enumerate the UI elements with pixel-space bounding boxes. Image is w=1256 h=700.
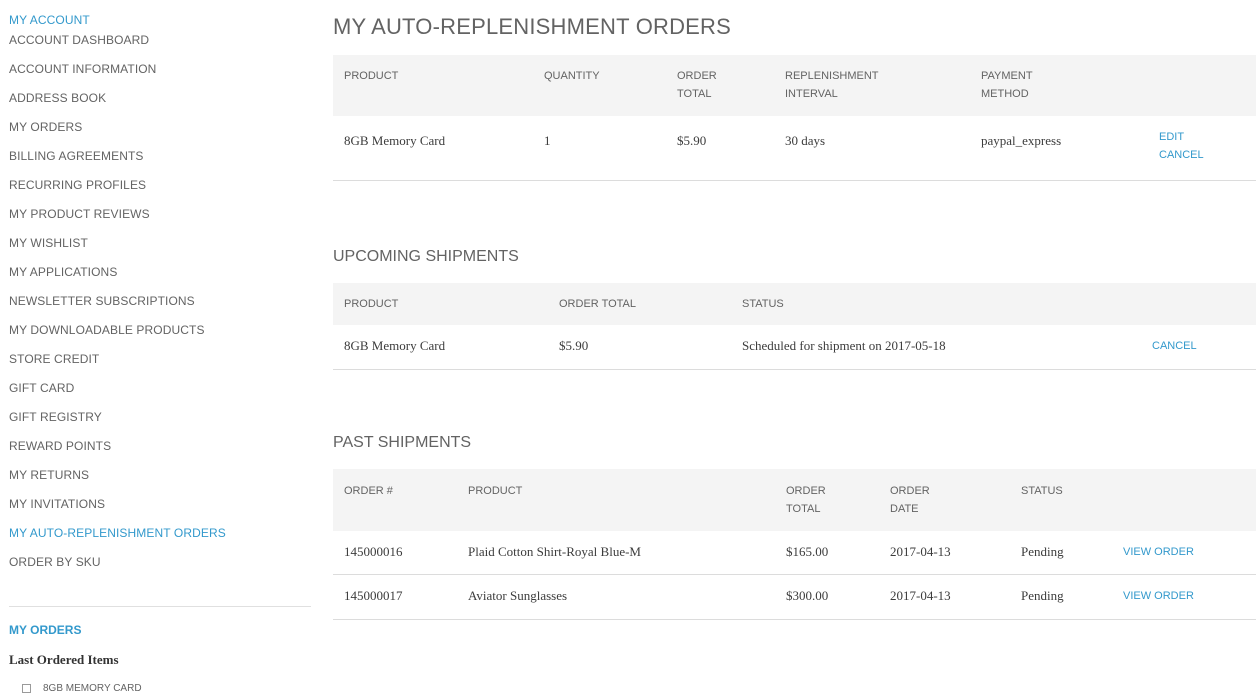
column-header-order-total: ORDER TOTAL xyxy=(786,485,826,515)
sidebar-divider xyxy=(9,606,311,607)
cancel-order-link[interactable]: CANCEL xyxy=(1159,146,1204,164)
cell-payment-method: paypal_express xyxy=(981,133,1062,148)
column-header-status: STATUS xyxy=(1021,485,1063,497)
sidebar-item-newsletter-subscriptions[interactable]: NEWSLETTER SUBSCRIPTIONS xyxy=(9,291,311,320)
sidebar-item-my-invitations[interactable]: MY INVITATIONS xyxy=(9,494,311,523)
column-header-payment-method: PAYMENT METHOD xyxy=(981,70,1033,100)
table-row: 8GB Memory Card $5.90 Scheduled for ship… xyxy=(333,325,1256,370)
sidebar-item-billing-agreements[interactable]: BILLING AGREEMENTS xyxy=(9,146,311,175)
upcoming-shipments-table: PRODUCT ORDER TOTAL STATUS 8GB Memory Card… xyxy=(333,283,1256,370)
cell-interval: 30 days xyxy=(785,133,826,148)
sidebar-item-address-book[interactable]: ADDRESS BOOK xyxy=(9,88,311,117)
cell-order-date: 2017-04-13 xyxy=(890,588,951,603)
replenishment-orders-table: PRODUCT QUANTITY ORDER TOTAL REPLENISHMENT IN… xyxy=(333,55,1256,181)
edit-link[interactable]: EDIT xyxy=(1159,128,1184,146)
page-title: MY AUTO-REPLENISHMENT ORDERS xyxy=(333,14,732,39)
cell-quantity: 1 xyxy=(544,133,551,148)
sidebar-item-store-credit[interactable]: STORE CREDIT xyxy=(9,349,311,378)
last-ordered-item-label: 8GB MEMORY CARD xyxy=(43,683,142,694)
sidebar-item-my-applications[interactable]: MY APPLICATIONS xyxy=(9,262,311,291)
account-sidebar: MY ACCOUNT ACCOUNT DASHBOARD ACCOUNT INFO… xyxy=(9,10,311,581)
sidebar-item-my-downloadable-products[interactable]: MY DOWNLOADABLE PRODUCTS xyxy=(9,320,311,349)
past-shipments-table: ORDER # PRODUCT ORDER TOTAL ORDER DATE STATUS … xyxy=(333,469,1256,620)
cell-status: Pending xyxy=(1021,544,1064,559)
cell-product: Aviator Sunglasses xyxy=(468,588,568,603)
sidebar-item-account-dashboard[interactable]: ACCOUNT DASHBOARD xyxy=(9,30,311,59)
cell-order-date: 2017-04-13 xyxy=(890,544,951,559)
cell-order-total: $5.90 xyxy=(559,338,589,353)
last-ordered-title: Last Ordered Items xyxy=(9,652,119,667)
sidebar-item-reward-points[interactable]: REWARD POINTS xyxy=(9,436,311,465)
cell-status: Scheduled for shipment on 2017-05-18 xyxy=(742,338,946,353)
cancel-shipment-link[interactable]: CANCEL xyxy=(1152,337,1197,355)
sidebar-item-account-information[interactable]: ACCOUNT INFORMATION xyxy=(9,59,311,88)
cell-order-total: $5.90 xyxy=(677,133,707,148)
column-header-product: PRODUCT xyxy=(344,70,399,82)
sidebar-item-recurring-profiles[interactable]: RECURRING PROFILES xyxy=(9,175,311,204)
column-header-status: STATUS xyxy=(742,298,784,310)
view-order-link[interactable]: VIEW ORDER xyxy=(1123,587,1194,605)
cell-order-number: 145000016 xyxy=(344,544,403,559)
table-header: ORDER # PRODUCT ORDER TOTAL ORDER DATE STATUS xyxy=(333,469,1256,531)
column-header-order: ORDER # xyxy=(344,485,393,497)
column-header-replenishment-interval: REPLENISHMENT INTERVAL xyxy=(785,70,879,100)
sidebar-item-my-product-reviews[interactable]: MY PRODUCT REVIEWS xyxy=(9,204,311,233)
last-ordered-checkbox[interactable] xyxy=(22,684,31,693)
sidebar-item-gift-registry[interactable]: GIFT REGISTRY xyxy=(9,407,311,436)
column-header-order-total: ORDER TOTAL xyxy=(677,70,717,100)
sidebar-item-my-auto-replenishment-orders[interactable]: MY AUTO-REPLENISHMENT ORDERS xyxy=(9,523,311,552)
column-header-order-total: ORDER TOTAL xyxy=(559,298,637,310)
sidebar-orders-title[interactable]: MY ORDERS xyxy=(9,623,81,637)
sidebar-item-gift-card[interactable]: GIFT CARD xyxy=(9,378,311,407)
table-row: 145000017 Aviator Sunglasses $300.00 201… xyxy=(333,575,1256,620)
past-shipments-title: PAST SHIPMENTS xyxy=(333,434,472,451)
view-order-link[interactable]: VIEW ORDER xyxy=(1123,543,1194,561)
sidebar-item-order-by-sku[interactable]: ORDER BY SKU xyxy=(9,552,311,581)
table-header: PRODUCT QUANTITY ORDER TOTAL REPLENISHMENT IN… xyxy=(333,55,1256,116)
table-row: 145000016 Plaid Cotton Shirt-Royal Blue-… xyxy=(333,531,1256,575)
cell-status: Pending xyxy=(1021,588,1064,603)
table-header: PRODUCT ORDER TOTAL STATUS xyxy=(333,283,1256,325)
column-header-product: PRODUCT xyxy=(344,298,399,310)
sidebar-item-my-returns[interactable]: MY RETURNS xyxy=(9,465,311,494)
cell-product: 8GB Memory Card xyxy=(344,338,446,353)
cell-order-total: $300.00 xyxy=(786,588,829,603)
sidebar-nav: ACCOUNT DASHBOARD ACCOUNT INFORMATION ADDR… xyxy=(9,30,311,581)
column-header-quantity: QUANTITY xyxy=(544,70,600,82)
cell-order-total: $165.00 xyxy=(786,544,829,559)
table-row: 8GB Memory Card 1 $5.90 30 days paypal_e… xyxy=(333,116,1256,181)
sidebar-title: MY ACCOUNT xyxy=(9,13,90,27)
cell-order-number: 145000017 xyxy=(344,588,403,603)
sidebar-item-my-orders[interactable]: MY ORDERS xyxy=(9,117,311,146)
last-ordered-item: 8GB MEMORY CARD xyxy=(22,683,142,694)
cell-product: Plaid Cotton Shirt-Royal Blue-M xyxy=(468,544,641,559)
column-header-product: PRODUCT xyxy=(468,485,523,497)
upcoming-shipments-title: UPCOMING SHIPMENTS xyxy=(333,248,519,265)
column-header-order-date: ORDER DATE xyxy=(890,485,930,515)
cell-product: 8GB Memory Card xyxy=(344,133,446,148)
sidebar-item-my-wishlist[interactable]: MY WISHLIST xyxy=(9,233,311,262)
